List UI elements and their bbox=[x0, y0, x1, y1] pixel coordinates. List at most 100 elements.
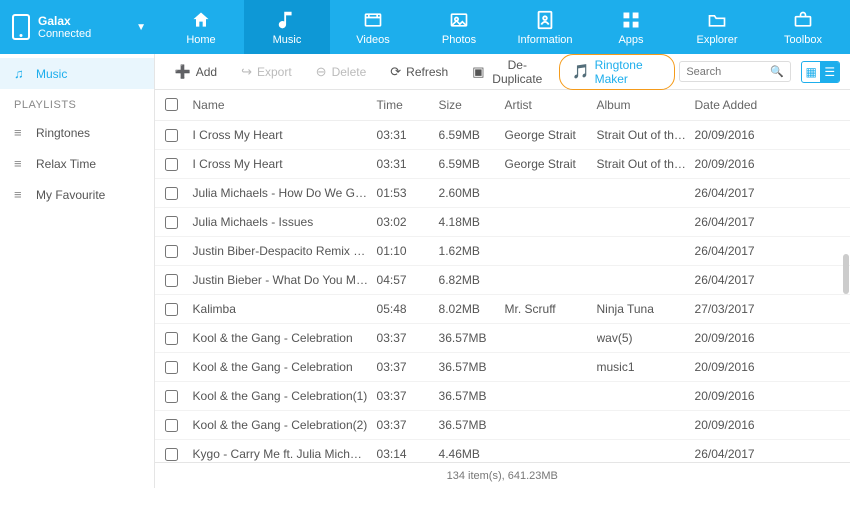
row-checkbox[interactable] bbox=[165, 332, 178, 345]
search-icon: 🔍 bbox=[770, 65, 784, 78]
sidebar-item-favourite[interactable]: ≡ My Favourite bbox=[0, 179, 154, 210]
cell-date: 20/09/2016 bbox=[695, 157, 795, 171]
select-all-checkbox[interactable] bbox=[165, 98, 178, 111]
table-row[interactable]: Julia Michaels - Issues03:024.18MB26/04/… bbox=[155, 208, 850, 237]
list-view-button[interactable]: ☰ bbox=[820, 62, 839, 82]
nav-toolbox[interactable]: Toolbox bbox=[760, 0, 846, 54]
nav-photos[interactable]: Photos bbox=[416, 0, 502, 54]
device-status: Connected bbox=[38, 28, 91, 40]
row-checkbox[interactable] bbox=[165, 361, 178, 374]
toolbox-icon bbox=[792, 8, 814, 32]
deduplicate-button[interactable]: ▣De-Duplicate bbox=[462, 54, 555, 90]
add-button[interactable]: ➕Add bbox=[165, 60, 228, 84]
col-size[interactable]: Size bbox=[439, 98, 505, 112]
grid-view-button[interactable]: ▦ bbox=[802, 62, 821, 82]
col-artist[interactable]: Artist bbox=[505, 98, 597, 112]
search-input[interactable] bbox=[686, 66, 770, 78]
cell-name: Justin Bieber - What Do You Mean bbox=[189, 273, 377, 287]
cell-name: I Cross My Heart bbox=[189, 128, 377, 142]
toolbar: ➕Add ↪Export ⊖Delete ⟳Refresh ▣De-Duplic… bbox=[155, 54, 850, 90]
row-checkbox[interactable] bbox=[165, 448, 178, 461]
cell-time: 01:10 bbox=[377, 244, 439, 258]
cell-album: Ninja Tuna bbox=[597, 302, 695, 316]
table-row[interactable]: Kool & the Gang - Celebration(2)03:3736.… bbox=[155, 411, 850, 440]
nav-explorer[interactable]: Explorer bbox=[674, 0, 760, 54]
row-checkbox[interactable] bbox=[165, 390, 178, 403]
table-row[interactable]: Justin Biber-Despacito Remix Luis F...01… bbox=[155, 237, 850, 266]
row-checkbox[interactable] bbox=[165, 274, 178, 287]
table-row[interactable]: Kalimba05:488.02MBMr. ScruffNinja Tuna27… bbox=[155, 295, 850, 324]
status-text: 134 item(s), 641.23MB bbox=[447, 470, 558, 482]
row-checkbox[interactable] bbox=[165, 216, 178, 229]
cell-name: Julia Michaels - Issues bbox=[189, 215, 377, 229]
ringtone-maker-button[interactable]: 🎵Ringtone Maker bbox=[559, 54, 675, 90]
cell-size: 6.59MB bbox=[439, 157, 505, 171]
cell-time: 03:37 bbox=[377, 331, 439, 345]
col-name[interactable]: Name bbox=[189, 98, 377, 112]
cell-size: 6.82MB bbox=[439, 273, 505, 287]
row-checkbox[interactable] bbox=[165, 419, 178, 432]
cell-date: 26/04/2017 bbox=[695, 186, 795, 200]
cell-name: Justin Biber-Despacito Remix Luis F... bbox=[189, 244, 377, 258]
device-name: Galax bbox=[38, 14, 91, 28]
status-bar: 134 item(s), 641.23MB bbox=[155, 462, 850, 488]
plus-icon: ➕ bbox=[175, 64, 191, 80]
cell-date: 26/04/2017 bbox=[695, 273, 795, 287]
folder-icon bbox=[706, 8, 728, 32]
nav-videos[interactable]: Videos bbox=[330, 0, 416, 54]
cell-size: 8.02MB bbox=[439, 302, 505, 316]
sidebar-item-label: Music bbox=[36, 67, 67, 81]
apps-icon bbox=[621, 8, 641, 32]
sidebar: ♫ Music PLAYLISTS ≡ Ringtones ≡ Relax Ti… bbox=[0, 54, 155, 488]
cell-artist: George Strait bbox=[505, 128, 597, 142]
contacts-icon bbox=[534, 8, 556, 32]
export-button[interactable]: ↪Export bbox=[231, 60, 302, 84]
table-row[interactable]: Kool & the Gang - Celebration03:3736.57M… bbox=[155, 353, 850, 382]
refresh-button[interactable]: ⟳Refresh bbox=[380, 60, 458, 84]
row-checkbox[interactable] bbox=[165, 187, 178, 200]
view-toggle: ▦ ☰ bbox=[801, 61, 840, 83]
table-row[interactable]: I Cross My Heart03:316.59MBGeorge Strait… bbox=[155, 150, 850, 179]
device-selector[interactable]: Galax Connected ▼ bbox=[0, 14, 158, 40]
cell-album: wav(5) bbox=[597, 331, 695, 345]
cell-time: 03:14 bbox=[377, 447, 439, 461]
nav-apps[interactable]: Apps bbox=[588, 0, 674, 54]
playlists-heading: PLAYLISTS bbox=[0, 89, 154, 117]
sidebar-item-relax[interactable]: ≡ Relax Time bbox=[0, 148, 154, 179]
delete-button[interactable]: ⊖Delete bbox=[306, 60, 377, 84]
table-row[interactable]: Justin Bieber - What Do You Mean04:576.8… bbox=[155, 266, 850, 295]
table-row[interactable]: Kygo - Carry Me ft. Julia Michaels03:144… bbox=[155, 440, 850, 462]
scrollbar[interactable] bbox=[843, 254, 849, 294]
row-checkbox[interactable] bbox=[165, 303, 178, 316]
table-row[interactable]: Kool & the Gang - Celebration(1)03:3736.… bbox=[155, 382, 850, 411]
col-album[interactable]: Album bbox=[597, 98, 695, 112]
minus-icon: ⊖ bbox=[316, 64, 327, 80]
row-checkbox[interactable] bbox=[165, 129, 178, 142]
sidebar-item-label: Relax Time bbox=[36, 157, 96, 171]
cell-date: 20/09/2016 bbox=[695, 128, 795, 142]
nav-music[interactable]: Music bbox=[244, 0, 330, 54]
cell-album: music1 bbox=[597, 360, 695, 374]
nav-label: Apps bbox=[618, 34, 643, 46]
cell-name: Kool & the Gang - Celebration(1) bbox=[189, 389, 377, 403]
table-row[interactable]: Julia Michaels - How Do We Get Ba...01:5… bbox=[155, 179, 850, 208]
nav-information[interactable]: Information bbox=[502, 0, 588, 54]
row-checkbox[interactable] bbox=[165, 158, 178, 171]
sidebar-item-ringtones[interactable]: ≡ Ringtones bbox=[0, 117, 154, 148]
cell-date: 20/09/2016 bbox=[695, 331, 795, 345]
sidebar-item-music[interactable]: ♫ Music bbox=[0, 58, 154, 89]
cell-size: 4.46MB bbox=[439, 447, 505, 461]
main-nav: Home Music Videos Photos Information App… bbox=[158, 0, 846, 54]
dedup-icon: ▣ bbox=[472, 64, 484, 80]
cell-name: I Cross My Heart bbox=[189, 157, 377, 171]
cell-date: 26/04/2017 bbox=[695, 244, 795, 258]
nav-home[interactable]: Home bbox=[158, 0, 244, 54]
search-box[interactable]: 🔍 bbox=[679, 61, 791, 82]
table-row[interactable]: I Cross My Heart03:316.59MBGeorge Strait… bbox=[155, 121, 850, 150]
cell-date: 20/09/2016 bbox=[695, 389, 795, 403]
col-date[interactable]: Date Added bbox=[695, 98, 795, 112]
table-row[interactable]: Kool & the Gang - Celebration03:3736.57M… bbox=[155, 324, 850, 353]
cell-date: 26/04/2017 bbox=[695, 215, 795, 229]
col-time[interactable]: Time bbox=[377, 98, 439, 112]
row-checkbox[interactable] bbox=[165, 245, 178, 258]
